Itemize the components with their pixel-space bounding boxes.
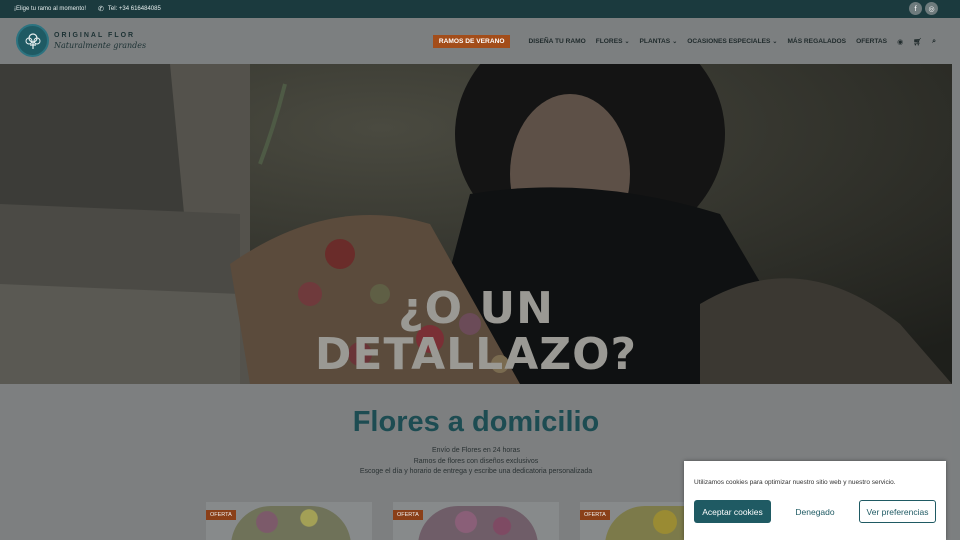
nav-summer-bouquets-button[interactable]: RAMOS DE VERANO [432, 35, 511, 48]
nav-offers[interactable]: OFERTAS [856, 38, 887, 45]
logo-tagline: Naturalmente grandes [54, 40, 147, 50]
nav-design-bouquet[interactable]: DISEÑA TU RAMO [528, 38, 585, 45]
nav-occasions-label: OCASIONES ESPECIALES [687, 38, 771, 45]
product-card[interactable]: OFERTA [206, 502, 372, 540]
logo[interactable]: ORIGINAL FLOR Naturalmente grandes [16, 24, 146, 57]
top-bar: ¡Elige tu ramo al momento! ✆ Tel: +34 61… [0, 0, 960, 18]
product-image [418, 506, 538, 540]
social-links: f ◎ [909, 2, 938, 15]
nav-flowers-label: FLORES [595, 38, 623, 45]
product-card[interactable]: OFERTA [393, 502, 559, 540]
instagram-icon[interactable]: ◎ [925, 2, 938, 15]
hero-headline: ¿O UN DETALLAZO? [0, 286, 952, 378]
offer-badge: OFERTA [580, 510, 610, 520]
hero-line-2: DETALLAZO? [314, 329, 638, 380]
cookie-consent-dialog: Utilizamos cookies para optimizar nuestr… [684, 461, 946, 540]
phone-link[interactable]: ✆ Tel: +34 616484085 [98, 5, 161, 13]
phone-text: Tel: +34 616484085 [107, 6, 161, 12]
phone-icon: ✆ [98, 6, 104, 13]
site-header: ORIGINAL FLOR Naturalmente grandes RAMOS… [0, 18, 952, 64]
logo-flower-icon [16, 24, 49, 57]
scrollbar[interactable] [952, 18, 960, 540]
nav-most-gifted[interactable]: MÁS REGALADOS [787, 38, 846, 45]
chevron-down-icon: ⌄ [672, 39, 678, 45]
chevron-down-icon: ⌄ [624, 39, 630, 45]
main-nav: RAMOS DE VERANO DISEÑA TU RAMO FLORES ⌄ P… [432, 35, 936, 48]
product-image [231, 506, 351, 540]
hero-banner: ¿O UN DETALLAZO? [0, 64, 952, 384]
nav-plants-label: PLANTAS [639, 38, 671, 45]
promo-text: ¡Elige tu ramo al momento! [14, 6, 87, 12]
logo-name: ORIGINAL FLOR [54, 31, 136, 39]
accept-cookies-button[interactable]: Aceptar cookies [694, 500, 771, 523]
user-icon[interactable]: ◉ [897, 38, 903, 46]
nav-flowers[interactable]: FLORES ⌄ [596, 38, 630, 45]
hero-line-1: ¿O UN [398, 283, 554, 334]
chevron-down-icon: ⌄ [772, 39, 778, 45]
description-line: Envío de Flores en 24 horas [432, 447, 520, 454]
cart-icon[interactable]: 🛒︎ [913, 38, 922, 46]
cookie-message: Utilizamos cookies para optimizar nuestr… [694, 479, 896, 486]
facebook-icon[interactable]: f [909, 2, 922, 15]
search-icon[interactable]: ⌕ [932, 37, 936, 46]
offer-badge: OFERTA [206, 510, 236, 520]
nav-plants[interactable]: PLANTAS ⌄ [640, 38, 678, 45]
deny-cookies-button[interactable]: Denegado [781, 500, 849, 523]
section-title: Flores a domicilio [352, 406, 600, 438]
view-preferences-button[interactable]: Ver preferencias [859, 500, 936, 523]
nav-special-occasions[interactable]: OCASIONES ESPECIALES ⌄ [687, 38, 777, 45]
offer-badge: OFERTA [393, 510, 423, 520]
